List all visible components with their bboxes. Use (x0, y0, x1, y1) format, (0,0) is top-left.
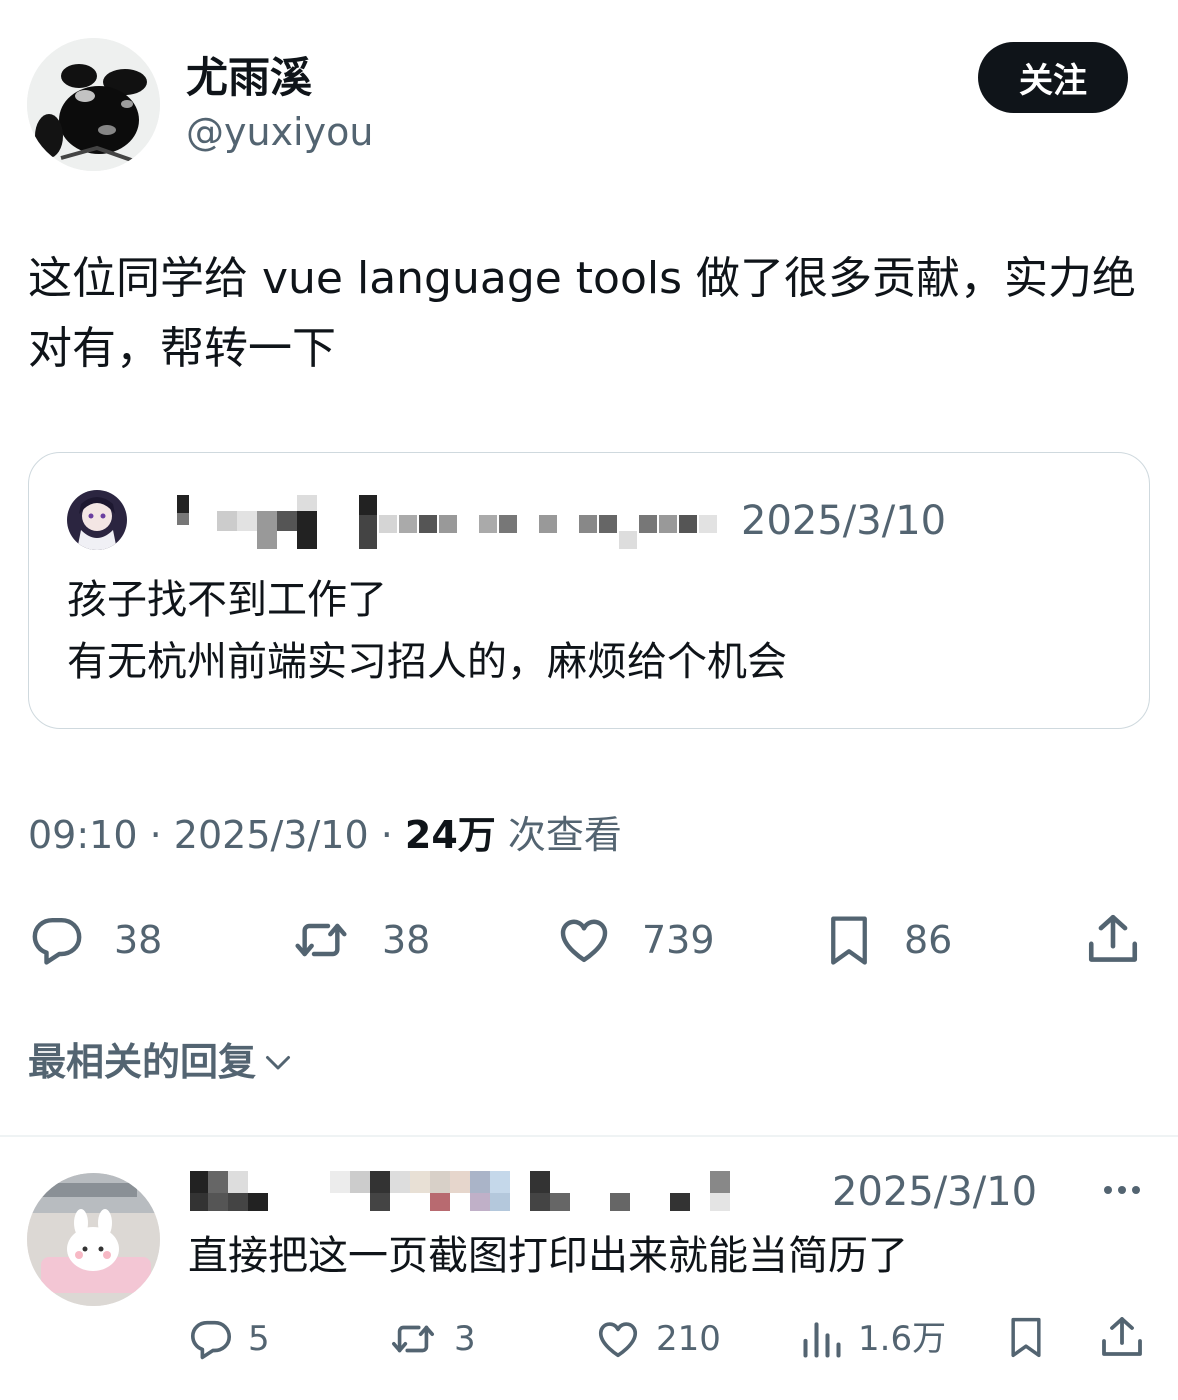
chevron-down-icon (266, 1056, 291, 1070)
reply-like-count: 210 (656, 1319, 721, 1359)
retweet-action-button[interactable]: 38 (288, 912, 430, 968)
reply-like-button[interactable]: 210 (594, 1314, 721, 1364)
quoted-tweet-line: 有无杭州前端实习招人的，麻烦给个机会 (67, 639, 787, 685)
reply-date[interactable]: 2025/3/10 (832, 1163, 1037, 1221)
reply-author-name-obscured[interactable] (188, 1167, 768, 1217)
like-count: 739 (642, 918, 715, 962)
more-dots-icon (1104, 1186, 1140, 1194)
reply-views-button[interactable]: 1.6万 (800, 1314, 946, 1364)
reply-count: 38 (114, 918, 163, 962)
views-label: 次查看 (507, 813, 622, 857)
reply-bubble-icon (32, 917, 82, 965)
reply-author-avatar[interactable] (27, 1173, 160, 1306)
reply-action-button[interactable]: 38 (28, 912, 162, 968)
quoted-tweet-text: 孩子找不到工作了 有无杭州前端实习招人的，麻烦给个机会 (67, 569, 787, 693)
meta-separator: · (380, 813, 393, 857)
pixelated-name-icon (190, 1171, 730, 1211)
author-display-name[interactable]: 尤雨溪 (186, 48, 312, 108)
reply-reply-count: 5 (248, 1319, 270, 1359)
quoted-tweet-date[interactable]: 2025/3/10 (741, 491, 946, 551)
author-avatar[interactable] (27, 38, 160, 171)
replies-sort-dropdown[interactable]: 最相关的回复 (28, 1034, 296, 1090)
section-divider (0, 1135, 1178, 1137)
reply-retweet-count: 3 (454, 1319, 476, 1359)
tweet-meta: 09:10 · 2025/3/10 · 24万 次查看 (28, 806, 622, 864)
share-icon (1102, 1317, 1142, 1356)
tweet-text: 这位同学给 vue language tools 做了很多贡献，实力绝对有，帮转… (28, 253, 1137, 374)
replies-sort-label: 最相关的回复 (28, 1040, 257, 1084)
reply-share-button[interactable] (1098, 1312, 1146, 1362)
heart-icon (598, 1322, 638, 1358)
quoted-author-name-obscured[interactable] (147, 493, 727, 551)
retweet-icon (392, 1325, 434, 1353)
reply-reply-button[interactable]: 5 (188, 1314, 270, 1364)
like-action-button[interactable]: 739 (554, 912, 715, 968)
reply-bubble-icon (190, 1320, 232, 1360)
reply-retweet-button[interactable]: 3 (386, 1314, 476, 1364)
author-handle[interactable]: @yuxiyou (186, 104, 373, 160)
retweet-count: 38 (382, 918, 431, 962)
quoted-tweet-line: 孩子找不到工作了 (67, 577, 387, 623)
reply-bookmark-button[interactable] (1004, 1312, 1048, 1362)
share-action-button[interactable] (1084, 910, 1142, 968)
pixelated-name-icon (177, 495, 717, 549)
black-figure-avatar-icon (27, 38, 160, 171)
analytics-bars-icon (803, 1322, 841, 1358)
tweet-date[interactable]: 2025/3/10 (174, 813, 369, 857)
bookmark-action-button[interactable]: 86 (822, 910, 952, 970)
views-count: 24万 (404, 813, 496, 857)
tweet-time[interactable]: 09:10 (28, 813, 138, 857)
bookmark-icon (831, 916, 867, 965)
quoted-tweet-card[interactable]: 2025/3/10 孩子找不到工作了 有无杭州前端实习招人的，麻烦给个机会 (28, 452, 1150, 729)
more-options-button[interactable] (1100, 1175, 1144, 1209)
anime-girl-avatar-icon (67, 490, 127, 550)
share-icon (1088, 914, 1138, 962)
bunny-sticker-avatar-icon (27, 1173, 160, 1306)
retweet-icon (295, 923, 347, 957)
reply-views-count: 1.6万 (858, 1319, 947, 1359)
bookmark-icon (1011, 1317, 1041, 1358)
heart-icon (560, 919, 608, 963)
reply-text: 直接把这一页截图打印出来就能当简历了 (188, 1233, 908, 1279)
meta-separator: · (149, 813, 162, 857)
follow-button[interactable]: 关注 (978, 42, 1128, 113)
bookmark-count: 86 (904, 918, 953, 962)
quoted-author-avatar[interactable] (67, 490, 127, 550)
